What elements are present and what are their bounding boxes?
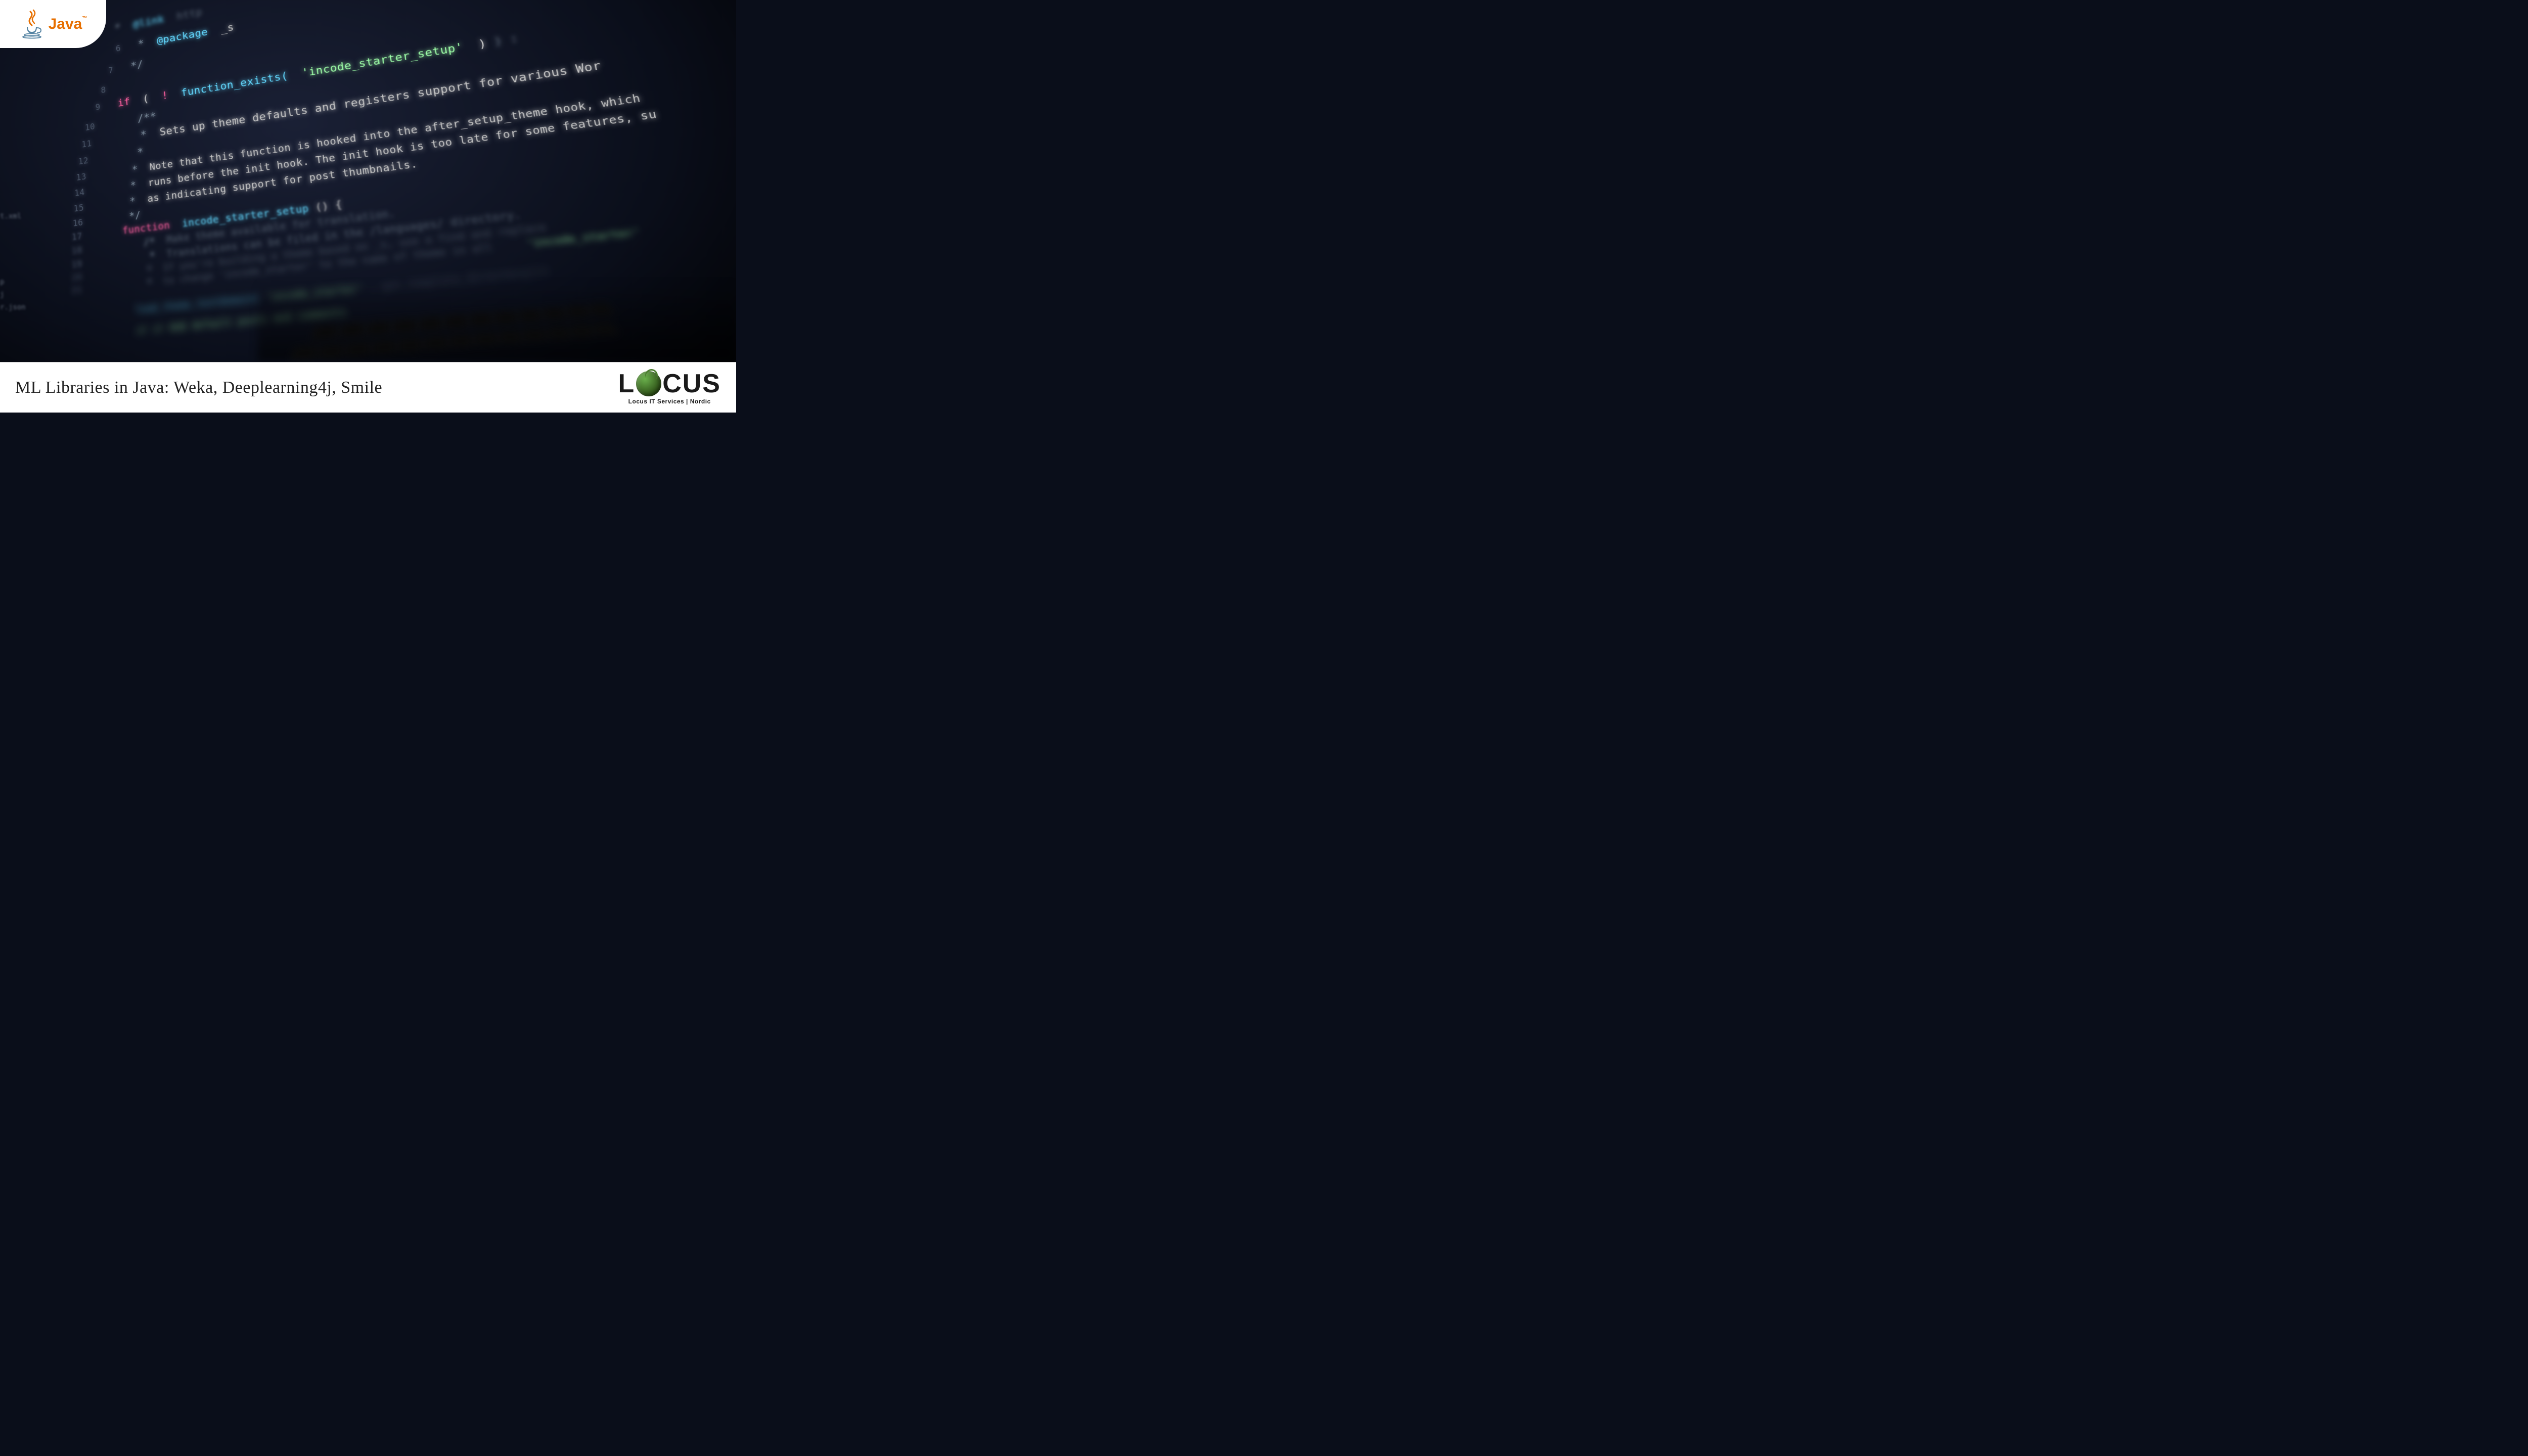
keyboard-hint [258,281,736,362]
code-line: 14 * runs before the init hook. The init… [69,107,658,199]
code-line: 7 */ [98,59,144,78]
title-bar: ML Libraries in Java: Weka, Deeplearning… [0,362,736,413]
sidebar-file: r.json [0,303,26,311]
sidebar-file: t.xml [0,212,21,220]
java-wordmark: Java™ [49,16,87,33]
logo-subtitle: Locus IT Services | Nordic [628,398,711,405]
globe-icon [636,371,661,396]
locus-logo: L CUS Locus IT Services | Nordic [618,371,721,405]
java-cup-icon [19,9,44,39]
sidebar-file: j [0,291,4,299]
promo-graphic: Java™ t.xml p j r.json * @link http 6 * … [0,0,736,413]
java-badge: Java™ [0,0,106,48]
code-line: 8 [90,82,117,98]
sidebar-file: p [0,278,4,286]
graphic-title: ML Libraries in Java: Weka, Deeplearning… [15,378,382,397]
